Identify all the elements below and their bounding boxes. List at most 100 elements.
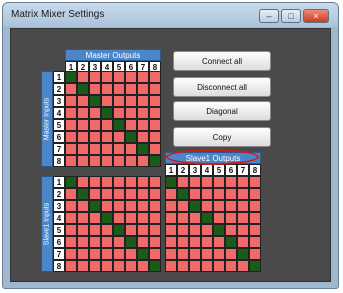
master-cell-8-7[interactable] bbox=[137, 155, 149, 167]
slave-cell-3-3[interactable] bbox=[89, 200, 101, 212]
slave-slave-cell-2-3[interactable] bbox=[189, 188, 201, 200]
master-cell-6-1[interactable] bbox=[65, 131, 77, 143]
master-cell-2-1[interactable] bbox=[65, 83, 77, 95]
slave-cell-2-2[interactable] bbox=[77, 188, 89, 200]
master-cell-7-4[interactable] bbox=[101, 143, 113, 155]
master-cell-3-6[interactable] bbox=[125, 95, 137, 107]
slave-slave-cell-2-5[interactable] bbox=[213, 188, 225, 200]
slave-cell-5-2[interactable] bbox=[77, 224, 89, 236]
slave-slave-cell-8-8[interactable] bbox=[249, 260, 261, 272]
master-cell-6-5[interactable] bbox=[113, 131, 125, 143]
slave-cell-8-1[interactable] bbox=[65, 260, 77, 272]
slave-slave-cell-3-5[interactable] bbox=[213, 200, 225, 212]
slave-slave-cell-4-3[interactable] bbox=[189, 212, 201, 224]
slave-cell-7-3[interactable] bbox=[89, 248, 101, 260]
slave-slave-cell-5-7[interactable] bbox=[237, 224, 249, 236]
slave-slave-cell-1-3[interactable] bbox=[189, 176, 201, 188]
master-cell-1-7[interactable] bbox=[137, 71, 149, 83]
master-cell-1-5[interactable] bbox=[113, 71, 125, 83]
slave-cell-2-4[interactable] bbox=[101, 188, 113, 200]
master-cell-3-2[interactable] bbox=[77, 95, 89, 107]
slave-cell-4-1[interactable] bbox=[65, 212, 77, 224]
master-cell-7-7[interactable] bbox=[137, 143, 149, 155]
slave-cell-8-3[interactable] bbox=[89, 260, 101, 272]
maximize-button[interactable]: □ bbox=[281, 9, 301, 23]
slave-cell-3-4[interactable] bbox=[101, 200, 113, 212]
master-cell-4-5[interactable] bbox=[113, 107, 125, 119]
slave-slave-cell-2-7[interactable] bbox=[237, 188, 249, 200]
slave-slave-cell-5-2[interactable] bbox=[177, 224, 189, 236]
master-cell-3-3[interactable] bbox=[89, 95, 101, 107]
slave-slave-cell-3-2[interactable] bbox=[177, 200, 189, 212]
master-cell-7-3[interactable] bbox=[89, 143, 101, 155]
slave-slave-cell-4-5[interactable] bbox=[213, 212, 225, 224]
slave-slave-cell-6-8[interactable] bbox=[249, 236, 261, 248]
slave-cell-1-4[interactable] bbox=[101, 176, 113, 188]
slave-cell-7-4[interactable] bbox=[101, 248, 113, 260]
slave-slave-cell-7-3[interactable] bbox=[189, 248, 201, 260]
slave-slave-cell-7-1[interactable] bbox=[165, 248, 177, 260]
slave-cell-3-5[interactable] bbox=[113, 200, 125, 212]
slave-slave-cell-1-2[interactable] bbox=[177, 176, 189, 188]
master-cell-8-4[interactable] bbox=[101, 155, 113, 167]
master-cell-5-1[interactable] bbox=[65, 119, 77, 131]
slave-slave-cell-8-1[interactable] bbox=[165, 260, 177, 272]
slave-slave-cell-6-6[interactable] bbox=[225, 236, 237, 248]
master-cell-5-8[interactable] bbox=[149, 119, 161, 131]
master-cell-8-1[interactable] bbox=[65, 155, 77, 167]
master-cell-1-8[interactable] bbox=[149, 71, 161, 83]
master-cell-7-1[interactable] bbox=[65, 143, 77, 155]
master-cell-5-3[interactable] bbox=[89, 119, 101, 131]
slave-cell-7-1[interactable] bbox=[65, 248, 77, 260]
slave-cell-1-2[interactable] bbox=[77, 176, 89, 188]
master-cell-3-4[interactable] bbox=[101, 95, 113, 107]
slave-slave-cell-7-2[interactable] bbox=[177, 248, 189, 260]
master-cell-7-5[interactable] bbox=[113, 143, 125, 155]
master-cell-3-8[interactable] bbox=[149, 95, 161, 107]
master-cell-6-4[interactable] bbox=[101, 131, 113, 143]
slave-cell-2-1[interactable] bbox=[65, 188, 77, 200]
slave-slave-cell-5-1[interactable] bbox=[165, 224, 177, 236]
master-cell-1-2[interactable] bbox=[77, 71, 89, 83]
slave-cell-1-1[interactable] bbox=[65, 176, 77, 188]
slave-cell-4-3[interactable] bbox=[89, 212, 101, 224]
master-cell-2-3[interactable] bbox=[89, 83, 101, 95]
slave-slave-cell-5-6[interactable] bbox=[225, 224, 237, 236]
slave-cell-4-8[interactable] bbox=[149, 212, 161, 224]
slave-cell-6-8[interactable] bbox=[149, 236, 161, 248]
slave-cell-1-8[interactable] bbox=[149, 176, 161, 188]
master-cell-2-7[interactable] bbox=[137, 83, 149, 95]
slave-slave-cell-1-7[interactable] bbox=[237, 176, 249, 188]
slave-cell-6-3[interactable] bbox=[89, 236, 101, 248]
slave-cell-5-1[interactable] bbox=[65, 224, 77, 236]
disconnect-all-button[interactable]: Disconnect all bbox=[173, 77, 271, 97]
slave-slave-cell-5-3[interactable] bbox=[189, 224, 201, 236]
master-cell-2-4[interactable] bbox=[101, 83, 113, 95]
slave-cell-6-4[interactable] bbox=[101, 236, 113, 248]
slave-cell-4-5[interactable] bbox=[113, 212, 125, 224]
master-cell-8-8[interactable] bbox=[149, 155, 161, 167]
slave-slave-cell-5-5[interactable] bbox=[213, 224, 225, 236]
master-cell-4-4[interactable] bbox=[101, 107, 113, 119]
slave-slave-cell-2-2[interactable] bbox=[177, 188, 189, 200]
slave-slave-cell-7-6[interactable] bbox=[225, 248, 237, 260]
slave-slave-cell-2-4[interactable] bbox=[201, 188, 213, 200]
master-cell-3-1[interactable] bbox=[65, 95, 77, 107]
master-cell-8-2[interactable] bbox=[77, 155, 89, 167]
slave-cell-1-7[interactable] bbox=[137, 176, 149, 188]
diagonal-button[interactable]: Diagonal bbox=[173, 101, 271, 121]
master-cell-5-7[interactable] bbox=[137, 119, 149, 131]
slave-slave-cell-1-6[interactable] bbox=[225, 176, 237, 188]
slave-slave-cell-2-1[interactable] bbox=[165, 188, 177, 200]
master-cell-8-3[interactable] bbox=[89, 155, 101, 167]
slave-slave-cell-5-4[interactable] bbox=[201, 224, 213, 236]
slave-slave-cell-5-8[interactable] bbox=[249, 224, 261, 236]
slave-cell-5-4[interactable] bbox=[101, 224, 113, 236]
slave-cell-7-5[interactable] bbox=[113, 248, 125, 260]
master-cell-5-6[interactable] bbox=[125, 119, 137, 131]
slave-slave-cell-7-8[interactable] bbox=[249, 248, 261, 260]
slave-slave-cell-4-4[interactable] bbox=[201, 212, 213, 224]
slave-cell-6-7[interactable] bbox=[137, 236, 149, 248]
slave-slave-cell-8-7[interactable] bbox=[237, 260, 249, 272]
slave-cell-6-2[interactable] bbox=[77, 236, 89, 248]
